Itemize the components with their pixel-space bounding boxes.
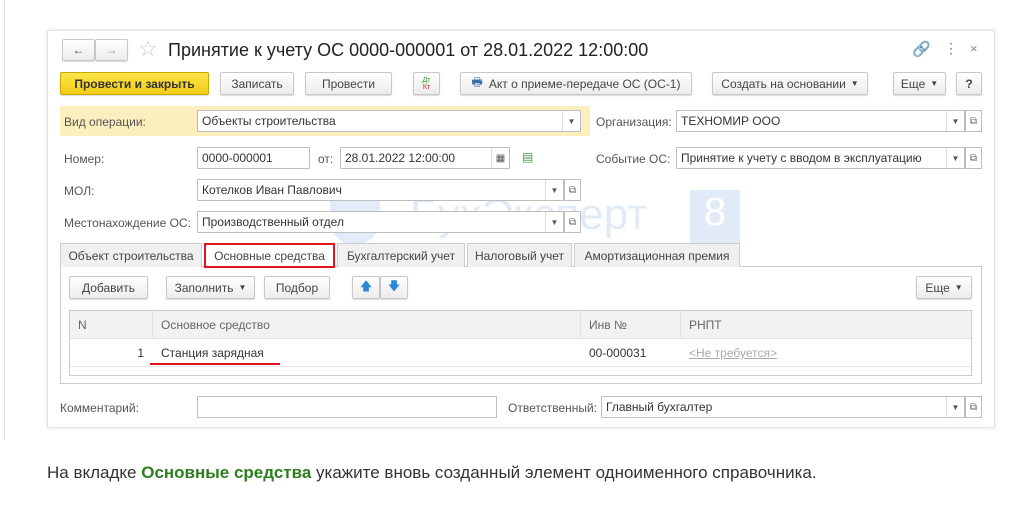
- location-select[interactable]: Производственный отдел ▼: [197, 211, 564, 233]
- act-label: Акт о приеме-передаче ОС (ОС-1): [488, 76, 681, 91]
- tab-depreciation-bonus[interactable]: Амортизационная премия: [574, 243, 740, 267]
- org-value: ТЕХНОМИР ООО: [681, 114, 781, 128]
- row-number: 1: [137, 346, 144, 360]
- chevron-down-icon[interactable]: ▼: [946, 111, 964, 131]
- location-label: Местонахождение ОС:: [64, 216, 191, 230]
- open-icon[interactable]: ⧉: [965, 396, 982, 418]
- chevron-down-icon[interactable]: ▼: [545, 180, 563, 200]
- event-select[interactable]: Принятие к учету с вводом в эксплуатацию…: [676, 147, 965, 169]
- open-icon[interactable]: ⧉: [965, 110, 982, 132]
- save-button[interactable]: Записать: [220, 72, 294, 95]
- red-underline: [150, 363, 280, 365]
- select-button[interactable]: Подбор: [264, 276, 330, 299]
- chevron-down-icon: ▼: [850, 79, 859, 88]
- column-header-n[interactable]: N: [70, 311, 153, 339]
- column-header-rnpt[interactable]: РНПТ: [681, 311, 971, 339]
- close-icon[interactable]: ×: [970, 41, 978, 56]
- chevron-down-icon[interactable]: ▼: [946, 148, 964, 168]
- location-value: Производственный отдел: [202, 215, 344, 229]
- date-value: 28.01.2022 12:00:00: [345, 151, 456, 165]
- more-vertical-icon[interactable]: ⋮: [944, 40, 958, 57]
- calendar-icon[interactable]: ▦: [491, 148, 509, 168]
- caption-text-end: укажите вновь созданный элемент одноимен…: [311, 463, 817, 482]
- more-label: Еще: [900, 76, 926, 91]
- number-input[interactable]: 0000-000001: [197, 147, 310, 169]
- chevron-down-icon[interactable]: ▼: [946, 397, 964, 417]
- arrow-down-icon: 🡇: [387, 279, 401, 293]
- fill-label: Заполнить: [174, 280, 234, 295]
- create-based-label: Создать на основании: [721, 76, 846, 91]
- link-icon[interactable]: 🔗: [912, 40, 931, 58]
- caption: На вкладке Основные средства укажите вно…: [47, 463, 817, 483]
- chevron-down-icon: ▼: [238, 283, 247, 292]
- open-icon[interactable]: ⧉: [564, 211, 581, 233]
- date-label: от:: [318, 152, 334, 166]
- move-up-button[interactable]: 🡅: [352, 276, 380, 299]
- kt-icon: Кт: [422, 83, 431, 91]
- assets-table: N Основное средство Инв № РНПТ 1 Станция…: [69, 310, 972, 376]
- operation-select[interactable]: Объекты строительства ▼: [197, 110, 581, 132]
- table-header: N Основное средство Инв № РНПТ: [70, 311, 971, 339]
- open-icon[interactable]: ⧉: [965, 147, 982, 169]
- add-button[interactable]: Добавить: [69, 276, 148, 299]
- chevron-down-icon[interactable]: ▼: [562, 111, 580, 131]
- post-button[interactable]: Провести: [305, 72, 392, 95]
- tab-construction-object[interactable]: Объект строительства: [60, 243, 202, 267]
- responsible-value: Главный бухгалтер: [606, 400, 713, 414]
- tab-fixed-assets[interactable]: Основные средства: [204, 243, 335, 268]
- dt-icon: Дт: [422, 76, 431, 84]
- chevron-down-icon: ▼: [954, 283, 963, 292]
- history-icon[interactable]: ▤: [522, 150, 533, 164]
- operation-label: Вид операции:: [64, 115, 146, 129]
- comment-input[interactable]: [197, 396, 497, 418]
- responsible-label: Ответственный:: [508, 401, 598, 415]
- column-header-inv[interactable]: Инв №: [581, 311, 681, 339]
- create-based-on-button[interactable]: Создать на основании ▼: [712, 72, 868, 95]
- act-os1-button[interactable]: 🖶 Акт о приеме-передаче ОС (ОС-1): [460, 72, 692, 95]
- date-input[interactable]: 28.01.2022 12:00:00 ▦: [340, 147, 510, 169]
- caption-highlight: Основные средства: [141, 463, 312, 482]
- mol-select[interactable]: Котелков Иван Павлович ▼: [197, 179, 564, 201]
- responsible-select[interactable]: Главный бухгалтер ▼: [601, 396, 965, 418]
- back-button[interactable]: ←: [62, 39, 95, 61]
- post-and-close-button[interactable]: Провести и закрыть: [60, 72, 209, 95]
- row-rnpt-link[interactable]: <Не требуется>: [689, 346, 777, 360]
- tab-tax[interactable]: Налоговый учет: [467, 243, 572, 267]
- row-inv: 00-000031: [589, 346, 647, 360]
- mol-value: Котелков Иван Павлович: [202, 183, 342, 197]
- org-label: Организация:: [596, 115, 672, 129]
- table-more-label: Еще: [925, 280, 950, 295]
- open-icon[interactable]: ⧉: [564, 179, 581, 201]
- page-divider: [4, 0, 5, 440]
- printer-icon: 🖶: [471, 75, 483, 89]
- help-button[interactable]: ?: [956, 72, 982, 95]
- caption-text: На вкладке: [47, 463, 142, 482]
- operation-value: Объекты строительства: [202, 114, 336, 128]
- event-value: Принятие к учету с вводом в эксплуатацию: [681, 151, 922, 165]
- row-asset[interactable]: Станция зарядная: [161, 346, 264, 360]
- move-down-button[interactable]: 🡇: [380, 276, 408, 299]
- arrow-up-icon: 🡅: [359, 279, 373, 293]
- event-label: Событие ОС:: [596, 152, 671, 166]
- page-title: Принятие к учету ОС 0000-000001 от 28.01…: [168, 40, 649, 60]
- star-icon[interactable]: ☆: [138, 36, 158, 62]
- tab-accounting[interactable]: Бухгалтерский учет: [337, 243, 465, 267]
- arrow-left-icon: ←: [72, 43, 85, 57]
- dt-kt-button[interactable]: Дт Кт: [413, 72, 440, 95]
- chevron-down-icon[interactable]: ▼: [545, 212, 563, 232]
- comment-label: Комментарий:: [60, 401, 139, 415]
- more-button[interactable]: Еще ▼: [893, 72, 946, 95]
- arrow-right-icon: →: [105, 43, 118, 57]
- fill-button[interactable]: Заполнить ▼: [166, 276, 255, 299]
- column-header-asset[interactable]: Основное средство: [153, 311, 581, 339]
- org-select[interactable]: ТЕХНОМИР ООО ▼: [676, 110, 965, 132]
- number-label: Номер:: [64, 152, 105, 166]
- forward-button[interactable]: →: [95, 39, 128, 61]
- mol-label: МОЛ:: [64, 184, 95, 198]
- table-more-button[interactable]: Еще ▼: [916, 276, 972, 299]
- chevron-down-icon: ▼: [930, 79, 939, 88]
